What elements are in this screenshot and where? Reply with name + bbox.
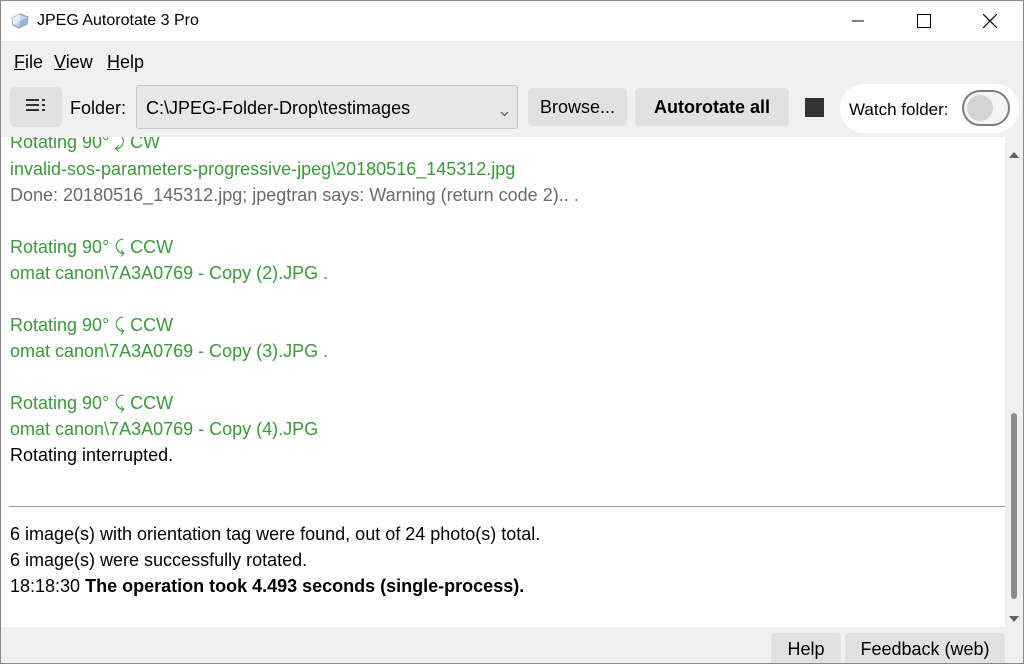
maximize-button[interactable] <box>901 1 947 41</box>
scroll-up-icon[interactable] <box>1009 145 1019 163</box>
log-line: Rotating 90° ⤹ CCW <box>10 393 174 413</box>
folder-path-value: C:\JPEG-Folder-Drop\testimages <box>146 98 411 118</box>
toggle-knob <box>967 95 993 121</box>
title-bar[interactable]: JPEG Autorotate 3 Pro <box>1 1 1023 41</box>
log-line: Done: 20180516_145312.jpg; jpegtran says… <box>10 185 579 205</box>
summary-duration-line: 18:18:30 The operation took 4.493 second… <box>10 575 524 597</box>
watch-folder-label: Watch folder: <box>849 100 949 119</box>
log-line: Rotating 90° ⤹ CCW <box>10 237 174 257</box>
menu-view-accelerator: V <box>54 52 66 72</box>
log-line: Rotating 90° ⤸ CW <box>10 137 161 152</box>
window-title: JPEG Autorotate 3 Pro <box>37 12 199 29</box>
watch-folder-toggle[interactable] <box>962 90 1010 126</box>
log-line: omat canon\7A3A0769 - Copy (2).JPG . <box>10 263 329 283</box>
app-window: JPEG Autorotate 3 Pro File View Help Fol… <box>0 0 1024 664</box>
log-divider <box>9 506 1005 507</box>
log-scrollbar[interactable] <box>1005 137 1023 627</box>
bottom-bar: Help Feedback (web) <box>1 627 1023 663</box>
menu-help-label: elp <box>120 52 145 72</box>
menu-help[interactable]: Help <box>107 52 144 73</box>
summary-rotated: 6 image(s) were successfully rotated. <box>10 550 308 570</box>
minimize-button[interactable] <box>835 1 881 41</box>
menu-file-label: ile <box>25 52 44 72</box>
menu-file[interactable]: File <box>14 52 43 73</box>
chevron-down-icon <box>500 104 509 122</box>
options-menu-button[interactable] <box>10 87 62 127</box>
feedback-web-button[interactable]: Feedback (web) <box>845 633 1005 663</box>
log-line: Rotating 90° ⤹ CCW <box>10 315 174 335</box>
scroll-down-icon[interactable] <box>1009 609 1019 627</box>
scrollbar-thumb[interactable] <box>1011 413 1017 599</box>
menu-bar: File View Help <box>1 41 1023 81</box>
watch-folder-group: Watch folder: <box>840 84 1019 133</box>
folder-label: Folder: <box>70 98 127 118</box>
log-line: Rotating interrupted. <box>10 445 174 465</box>
summary-duration: The operation took 4.493 seconds (single… <box>85 576 525 596</box>
autorotate-all-button[interactable]: Autorotate all <box>635 88 789 126</box>
menu-view[interactable]: View <box>54 52 93 73</box>
log-line: omat canon\7A3A0769 - Copy (4).JPG <box>10 419 319 439</box>
folder-dropdown[interactable]: C:\JPEG-Folder-Drop\testimages <box>136 85 518 129</box>
menu-help-accelerator: H <box>107 52 120 72</box>
close-button[interactable] <box>967 1 1013 41</box>
menu-view-label: iew <box>65 52 93 72</box>
stop-icon[interactable] <box>805 98 824 117</box>
log-line: omat canon\7A3A0769 - Copy (3).JPG . <box>10 341 329 361</box>
help-button[interactable]: Help <box>771 633 841 663</box>
summary-found: 6 image(s) with orientation tag were fou… <box>10 524 541 544</box>
log-line: invalid-sos-parameters-progressive-jpeg\… <box>10 159 516 179</box>
list-menu-icon <box>26 97 46 118</box>
app-icon <box>10 12 30 30</box>
summary-timestamp: 18:18:30 <box>10 576 81 596</box>
toolbar: Folder: C:\JPEG-Folder-Drop\testimages B… <box>1 81 1023 137</box>
browse-button[interactable]: Browse... <box>528 88 627 126</box>
menu-file-accelerator: F <box>14 52 25 72</box>
log-output[interactable]: Rotating 90° ⤸ CW invalid-sos-parameters… <box>1 137 1005 627</box>
